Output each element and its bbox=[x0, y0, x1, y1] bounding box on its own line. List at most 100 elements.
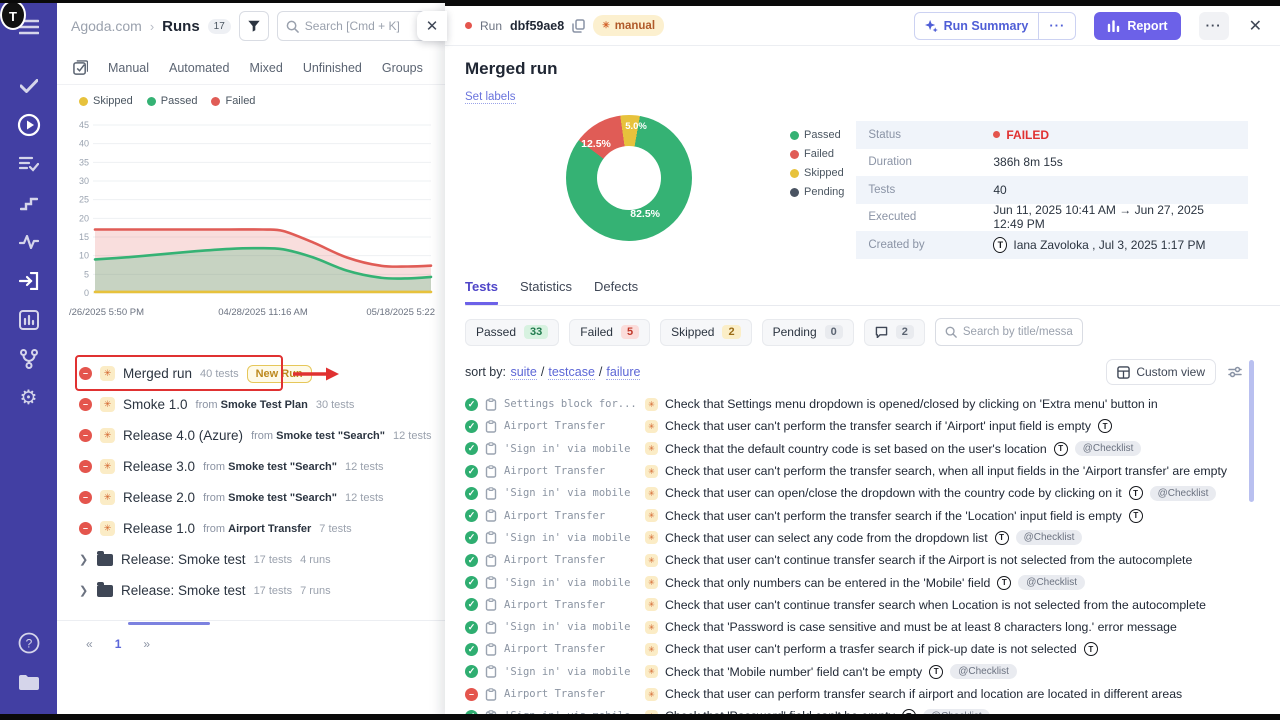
test-row[interactable]: ✓ 'Sign in' via mobile ✳ Check that user… bbox=[465, 527, 1280, 549]
filter-button[interactable] bbox=[239, 11, 269, 41]
tag-badge[interactable]: @Checklist bbox=[950, 664, 1017, 679]
tests-search-input[interactable] bbox=[963, 326, 1073, 338]
check-icon[interactable] bbox=[16, 73, 42, 99]
folder-icon[interactable] bbox=[16, 669, 42, 695]
branch-icon[interactable] bbox=[16, 346, 42, 372]
close-icon[interactable]: ✕ bbox=[1249, 16, 1262, 36]
sort-link-suite[interactable]: suite bbox=[510, 365, 536, 380]
test-title[interactable]: Check that 'Password is case sensitive a… bbox=[665, 620, 1177, 634]
chip-pending[interactable]: Pending0 bbox=[762, 319, 854, 346]
runs-search[interactable] bbox=[277, 11, 427, 41]
play-circle-icon[interactable] bbox=[16, 112, 42, 138]
sort-link-testcase[interactable]: testcase bbox=[548, 365, 595, 380]
chip-failed[interactable]: Failed5 bbox=[569, 319, 650, 346]
select-all-icon[interactable] bbox=[73, 60, 88, 75]
list-check-icon[interactable] bbox=[16, 151, 42, 177]
page-next[interactable]: » bbox=[143, 637, 150, 651]
steps-icon[interactable] bbox=[16, 190, 42, 216]
tab-manual[interactable]: Manual bbox=[108, 61, 149, 75]
folder-name[interactable]: Release: Smoke test bbox=[121, 552, 246, 567]
suite-name[interactable]: Airport Transfer bbox=[504, 643, 638, 655]
test-title[interactable]: Check that user can't perform the transf… bbox=[665, 464, 1227, 478]
bar-chart-icon[interactable] bbox=[16, 307, 42, 333]
suite-name[interactable]: Settings block for... bbox=[504, 398, 638, 410]
chevron-right-icon[interactable]: ❯ bbox=[79, 584, 89, 597]
tests-search[interactable] bbox=[935, 318, 1083, 346]
test-row[interactable]: ✓ 'Sign in' via mobile ✳ Check that the … bbox=[465, 438, 1280, 460]
test-title[interactable]: Check that user can select any code from… bbox=[665, 531, 988, 545]
tab-defects[interactable]: Defects bbox=[594, 279, 638, 305]
runs-search-input[interactable] bbox=[305, 19, 417, 33]
run-row[interactable]: – ✳ Release 2.0from Smoke test "Search"1… bbox=[57, 482, 445, 513]
run-row[interactable]: – ✳ Release 3.0from Smoke test "Search"1… bbox=[57, 451, 445, 482]
test-row[interactable]: ✓ Airport Transfer ✳ Check that user can… bbox=[465, 549, 1280, 571]
gear-icon[interactable]: ⚙ bbox=[16, 385, 42, 411]
test-row[interactable]: – Airport Transfer ✳ Check that user can… bbox=[465, 683, 1280, 705]
activity-icon[interactable] bbox=[16, 229, 42, 255]
tab-groups[interactable]: Groups bbox=[382, 61, 423, 75]
chevron-right-icon[interactable]: ❯ bbox=[79, 553, 89, 566]
run-row[interactable]: – ✳ Release 4.0 (Azure)from Smoke test "… bbox=[57, 420, 445, 451]
tab-tests[interactable]: Tests bbox=[465, 279, 498, 305]
test-title[interactable]: Check that user can't perform the transf… bbox=[665, 419, 1091, 433]
test-row[interactable]: ✓ 'Sign in' via mobile ✳ Check that user… bbox=[465, 482, 1280, 504]
sign-in-icon[interactable] bbox=[16, 268, 42, 294]
run-name[interactable]: Merged run bbox=[123, 366, 192, 381]
run-name[interactable]: Release 2.0 bbox=[123, 490, 195, 505]
test-title[interactable]: Check that user can't continue transfer … bbox=[665, 598, 1206, 612]
test-row[interactable]: ✓ 'Sign in' via mobile ✳ Check that only… bbox=[465, 571, 1280, 593]
test-title[interactable]: Check that Settings menu dropdown is ope… bbox=[665, 397, 1158, 411]
tab-automated[interactable]: Automated bbox=[169, 61, 229, 75]
chip-skipped[interactable]: Skipped2 bbox=[660, 319, 752, 346]
suite-name[interactable]: 'Sign in' via mobile bbox=[504, 532, 638, 544]
test-row[interactable]: ✓ Airport Transfer ✳ Check that user can… bbox=[465, 504, 1280, 526]
tab-statistics[interactable]: Statistics bbox=[520, 279, 572, 305]
suite-name[interactable]: 'Sign in' via mobile bbox=[504, 666, 638, 678]
run-name[interactable]: Release 1.0 bbox=[123, 521, 195, 536]
tag-badge[interactable]: @Checklist bbox=[1016, 530, 1083, 545]
run-summary-more-button[interactable]: ··· bbox=[1038, 13, 1075, 39]
test-title[interactable]: Check that 'Mobile number' field can't b… bbox=[665, 665, 922, 679]
suite-name[interactable]: 'Sign in' via mobile bbox=[504, 487, 638, 499]
folder-row[interactable]: ❯ Release: Smoke test 17 tests 7 runs bbox=[57, 575, 445, 606]
report-button[interactable]: Report bbox=[1094, 12, 1180, 40]
suite-name[interactable]: Airport Transfer bbox=[504, 420, 638, 432]
test-row[interactable]: ✓ 'Sign in' via mobile ✳ Check that 'Pas… bbox=[465, 616, 1280, 638]
tab-unfinished[interactable]: Unfinished bbox=[303, 61, 362, 75]
test-row[interactable]: ✓ Airport Transfer ✳ Check that user can… bbox=[465, 415, 1280, 437]
page-current[interactable]: 1 bbox=[115, 637, 122, 651]
test-row[interactable]: ✓ Airport Transfer ✳ Check that user can… bbox=[465, 460, 1280, 482]
vertical-scrollbar[interactable] bbox=[1249, 360, 1254, 502]
run-name[interactable]: Release 3.0 bbox=[123, 459, 195, 474]
sort-link-failure[interactable]: failure bbox=[606, 365, 640, 380]
tag-badge[interactable]: @Checklist bbox=[1150, 486, 1217, 501]
custom-view-button[interactable]: Custom view bbox=[1106, 359, 1216, 385]
user-avatar[interactable]: T bbox=[0, 0, 26, 30]
suite-name[interactable]: 'Sign in' via mobile bbox=[504, 443, 638, 455]
test-title[interactable]: Check that only numbers can be entered i… bbox=[665, 576, 990, 590]
tag-badge[interactable]: @Checklist bbox=[1075, 441, 1142, 456]
more-options-button[interactable]: ··· bbox=[1199, 12, 1229, 40]
suite-name[interactable]: Airport Transfer bbox=[504, 554, 638, 566]
page-prev[interactable]: « bbox=[86, 637, 93, 651]
suite-name[interactable]: Airport Transfer bbox=[504, 510, 638, 522]
suite-name[interactable]: Airport Transfer bbox=[504, 688, 638, 700]
test-title[interactable]: Check that user can't perform a trasfer … bbox=[665, 642, 1077, 656]
run-row[interactable]: – ✳ Merged run40 testsNew Run bbox=[57, 358, 445, 389]
run-summary-button[interactable]: Run Summary bbox=[915, 13, 1039, 39]
test-title[interactable]: Check that user can perform transfer sea… bbox=[665, 687, 1182, 701]
run-row[interactable]: – ✳ Release 1.0from Airport Transfer7 te… bbox=[57, 513, 445, 544]
set-labels-link[interactable]: Set labels bbox=[465, 91, 516, 104]
drawer-close-button[interactable]: ✕ bbox=[417, 11, 447, 41]
test-title[interactable]: Check that user can't perform the transf… bbox=[665, 509, 1122, 523]
suite-name[interactable]: Airport Transfer bbox=[504, 599, 638, 611]
tag-badge[interactable]: @Checklist bbox=[1018, 575, 1085, 590]
test-row[interactable]: ✓ Airport Transfer ✳ Check that user can… bbox=[465, 638, 1280, 660]
chip-comments[interactable]: 2 bbox=[864, 319, 925, 346]
help-icon[interactable]: ? bbox=[16, 630, 42, 656]
chip-passed[interactable]: Passed33 bbox=[465, 319, 559, 346]
run-name[interactable]: Release 4.0 (Azure) bbox=[123, 428, 243, 443]
test-title[interactable]: Check that user can open/close the dropd… bbox=[665, 486, 1122, 500]
horizontal-scrollbar[interactable] bbox=[128, 622, 210, 625]
suite-name[interactable]: 'Sign in' via mobile bbox=[504, 621, 638, 633]
